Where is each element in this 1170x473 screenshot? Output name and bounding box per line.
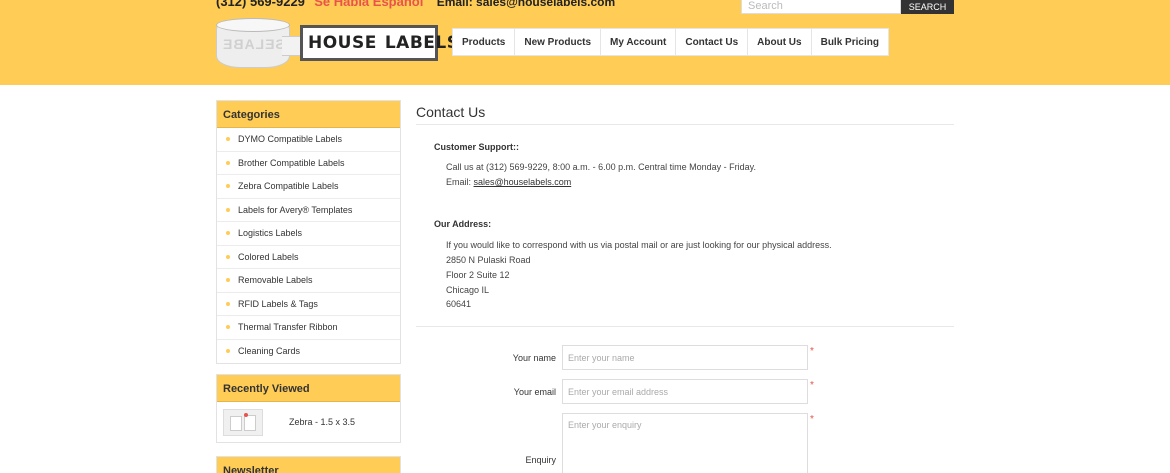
address-floor: Floor 2 Suite 12 — [446, 270, 510, 280]
accent-dot — [244, 412, 248, 417]
label-roll-shape — [244, 414, 256, 431]
email-field[interactable] — [562, 379, 808, 404]
category-item[interactable]: Brother Compatible Labels — [217, 152, 400, 175]
support-email-link[interactable]: sales@houselabels.com — [474, 177, 572, 187]
category-label: Cleaning Cards — [238, 346, 301, 357]
category-item[interactable]: DYMO Compatible Labels — [217, 128, 400, 152]
address-street: 2850 N Pulaski Road — [446, 255, 531, 265]
category-label: Logistics Labels — [238, 228, 303, 239]
bullet-icon — [226, 160, 230, 165]
category-item[interactable]: Zebra Compatible Labels — [217, 175, 400, 199]
bullet-icon — [226, 254, 230, 259]
category-item[interactable]: Cleaning Cards — [217, 340, 400, 364]
category-item[interactable]: Colored Labels — [217, 246, 400, 269]
address-heading: Our Address: — [434, 219, 492, 229]
category-label: Colored Labels — [238, 251, 299, 262]
category-label: Brother Compatible Labels — [238, 157, 345, 168]
logo-badge: HOUSE LABELS — [300, 25, 459, 61]
newsletter-box: Newsletter — [216, 456, 401, 473]
main-nav: Products New Products My Account Contact… — [452, 28, 889, 56]
support-heading: Customer Support:: — [434, 142, 519, 152]
title-divider — [416, 124, 954, 125]
name-label: Your name — [512, 353, 556, 363]
recently-viewed-item: Zebra - 1.5 x 3.5 — [217, 402, 400, 442]
nav-bulk-pricing[interactable]: Bulk Pricing — [812, 29, 888, 55]
email-label: Your email — [513, 387, 556, 397]
address-zip: 60641 — [446, 299, 472, 309]
product-thumbnail[interactable] — [223, 408, 263, 436]
nav-contact-us[interactable]: Contact Us — [676, 29, 749, 55]
site-logo[interactable]: USELABE HOUSE LABELS — [216, 18, 459, 70]
header-email[interactable]: Email: sales@houselabels.com — [437, 0, 615, 9]
category-label: Labels for Avery® Templates — [238, 204, 353, 215]
category-item[interactable]: RFID Labels & Tags — [217, 293, 400, 316]
category-label: Removable Labels — [238, 275, 313, 286]
bullet-icon — [226, 184, 230, 189]
bullet-icon — [226, 231, 230, 236]
support-email: Email: sales@houselabels.com — [446, 177, 571, 187]
category-label: DYMO Compatible Labels — [238, 134, 343, 145]
categories-box: Categories DYMO Compatible Labels Brothe… — [216, 100, 401, 364]
logo-word-labels: LABELS — [384, 33, 460, 53]
search-input[interactable] — [741, 0, 901, 14]
category-item[interactable]: Logistics Labels — [217, 222, 400, 246]
bullet-icon — [226, 325, 230, 330]
support-hours: Call us at (312) 569-9229, 8:00 a.m. - 6… — [446, 162, 756, 172]
category-label: Thermal Transfer Ribbon — [238, 322, 338, 333]
label-roll-shape — [230, 415, 242, 431]
site-header: (312) 569-9229 Se Habla Español Email: s… — [0, 0, 1170, 85]
logo-word-house: HOUSE — [308, 33, 377, 53]
required-marker: * — [810, 414, 814, 425]
category-item[interactable]: Thermal Transfer Ribbon — [217, 316, 400, 340]
product-name[interactable]: Zebra - 1.5 x 3.5 — [289, 417, 355, 427]
bullet-icon — [226, 301, 230, 306]
address-intro: If you would like to correspond with us … — [446, 240, 832, 250]
categories-title: Categories — [217, 101, 400, 128]
enquiry-label: Enquiry — [525, 455, 556, 465]
enquiry-field[interactable] — [562, 413, 808, 473]
header-phone: (312) 569-9229 — [216, 0, 305, 9]
page-title: Contact Us — [416, 104, 486, 120]
bullet-icon — [226, 137, 230, 142]
search-button[interactable]: SEARCH — [901, 0, 954, 14]
name-field[interactable] — [562, 345, 808, 370]
category-label: RFID Labels & Tags — [238, 298, 318, 309]
label-roll-top — [216, 18, 290, 32]
bullet-icon — [226, 278, 230, 283]
header-espanol: Se Habla Español — [314, 0, 424, 9]
address-city: Chicago IL — [446, 285, 490, 295]
nav-products[interactable]: Products — [453, 29, 516, 55]
category-item[interactable]: Removable Labels — [217, 269, 400, 293]
nav-about-us[interactable]: About Us — [748, 29, 812, 55]
address-divider — [416, 326, 954, 327]
category-label: Zebra Compatible Labels — [238, 181, 339, 192]
bullet-icon — [226, 349, 230, 354]
contact-line: (312) 569-9229 Se Habla Español Email: s… — [216, 0, 615, 9]
bullet-icon — [226, 207, 230, 212]
newsletter-title: Newsletter — [217, 457, 400, 473]
required-marker: * — [810, 346, 814, 357]
recently-viewed-box: Recently Viewed Zebra - 1.5 x 3.5 — [216, 374, 401, 443]
required-marker: * — [810, 380, 814, 391]
recently-viewed-title: Recently Viewed — [217, 375, 400, 402]
nav-new-products[interactable]: New Products — [515, 29, 602, 55]
email-prefix: Email: — [446, 177, 474, 187]
category-item[interactable]: Labels for Avery® Templates — [217, 199, 400, 222]
nav-my-account[interactable]: My Account — [601, 29, 677, 55]
